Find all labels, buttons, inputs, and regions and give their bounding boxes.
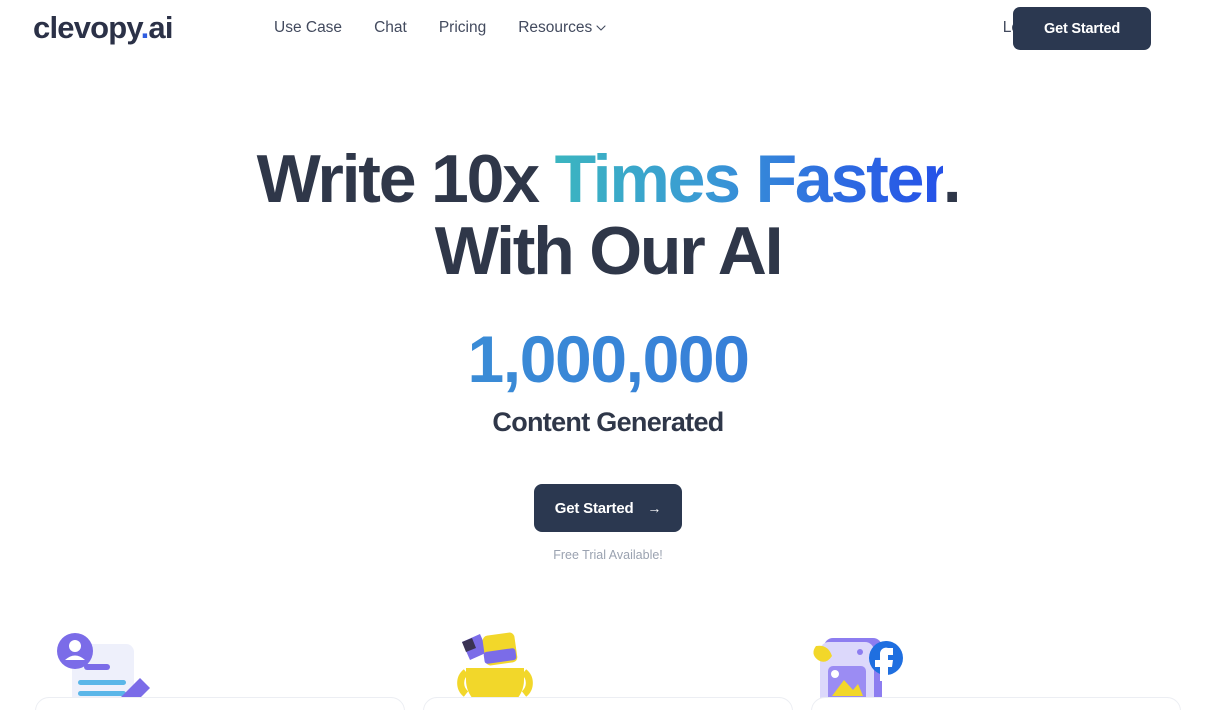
hero-section: Write 10x Times Faster. With Our AI 1,00…	[0, 57, 1216, 563]
hero-get-started-button[interactable]: Get Started →	[534, 484, 682, 532]
brand-name-suffix: ai	[148, 10, 173, 45]
brand-name-main: clevopy	[33, 10, 141, 45]
feature-cards-row	[0, 697, 1216, 710]
header-get-started-button[interactable]: Get Started	[1013, 7, 1151, 50]
free-trial-note: Free Trial Available!	[553, 548, 663, 562]
nav-item-chat[interactable]: Chat	[374, 18, 407, 38]
nav-item-resources[interactable]: Resources	[518, 18, 606, 38]
nav-item-use-case[interactable]: Use Case	[274, 18, 342, 38]
stat-label: Content Generated	[492, 407, 724, 437]
cta-group: Get Started → Free Trial Available!	[0, 484, 1216, 563]
cta-label: Get Started	[554, 499, 634, 517]
headline-part-gradient: Times Faster	[554, 141, 945, 217]
hero-headline: Write 10x Times Faster. With Our AI	[0, 143, 1216, 287]
main-navigation: Use Case Chat Pricing Resources	[274, 18, 606, 38]
site-header: clevopy.ai Use Case Chat Pricing Resourc…	[0, 0, 1216, 57]
landing-page: clevopy.ai Use Case Chat Pricing Resourc…	[0, 0, 1216, 710]
nav-item-label: Use Case	[274, 19, 343, 36]
nav-item-label: Chat	[374, 19, 407, 36]
nav-item-label: Pricing	[438, 19, 487, 36]
nav-item-pricing[interactable]: Pricing	[439, 18, 486, 38]
brand-logo[interactable]: clevopy.ai	[33, 8, 173, 48]
feature-card[interactable]	[35, 697, 405, 710]
feature-card[interactable]	[423, 697, 793, 710]
nav-item-label: Resources	[518, 19, 593, 36]
arrow-right-icon: →	[647, 500, 662, 516]
headline-period: .	[942, 141, 962, 217]
feature-card[interactable]	[811, 697, 1181, 710]
chevron-down-icon	[596, 23, 606, 32]
stat-number: 1,000,000	[0, 323, 1216, 395]
headline-part-dark: Write 10x	[256, 141, 555, 217]
headline-line-two: With Our AI	[434, 213, 784, 289]
